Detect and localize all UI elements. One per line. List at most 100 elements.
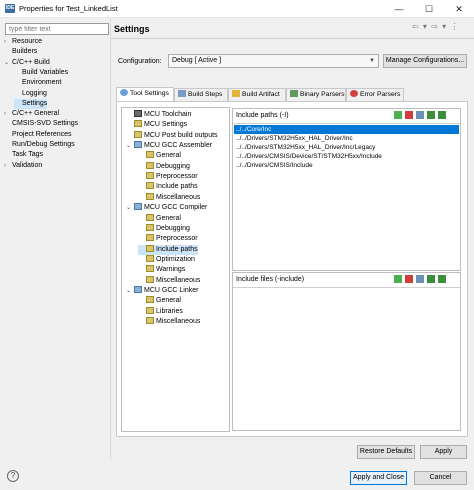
tree-item[interactable]: ⌄ C/C++ Build — [4, 58, 50, 68]
tool-tree-item-label: Miscellaneous — [156, 318, 201, 325]
tree-item-label: Resource — [12, 38, 42, 45]
edit-icon[interactable] — [416, 110, 424, 119]
include-paths-list[interactable]: ../../Core/Inc ../../Drivers/STM32H5xx_HA… — [234, 125, 459, 270]
chevron-right-icon[interactable]: › — [4, 109, 12, 119]
tool-tree-item[interactable]: General — [138, 151, 181, 161]
chevron-right-icon[interactable]: › — [4, 161, 12, 171]
tree-item-label: C/C++ General — [12, 110, 60, 118]
chevron-down-icon[interactable]: ⌄ — [126, 141, 134, 151]
tool-tree-item[interactable]: ⌄ MCU GCC Linker — [126, 285, 198, 296]
apply-button[interactable]: Apply — [420, 445, 467, 459]
tree-item[interactable]: › Resource — [4, 37, 42, 47]
build-artifact-icon — [232, 90, 240, 97]
move-up-icon[interactable] — [427, 110, 435, 119]
delete-icon[interactable] — [405, 274, 413, 283]
maximize-button[interactable]: ☐ — [414, 0, 444, 18]
minimize-button[interactable]: — — [384, 0, 414, 18]
include-path-item[interactable]: ../../Core/Inc — [234, 125, 459, 134]
move-down-icon[interactable] — [438, 110, 446, 119]
tool-tree-item[interactable]: Include paths — [138, 182, 198, 192]
tree-item-label: CMSIS-SVD Settings — [12, 120, 79, 128]
tool-tree-item[interactable]: Miscellaneous — [138, 317, 200, 327]
tab-build-artifact[interactable]: Build Artifact — [228, 88, 286, 101]
include-files-divider — [233, 287, 460, 288]
tool-tree-item[interactable]: MCU Settings — [126, 120, 187, 130]
chevron-down-icon[interactable]: ⌄ — [126, 286, 134, 296]
chevron-right-icon[interactable]: › — [4, 37, 12, 47]
restore-defaults-button[interactable]: Restore Defaults — [357, 445, 415, 459]
tool-tree-item[interactable]: Warnings — [138, 265, 185, 275]
tree-item[interactable]: Environment — [14, 78, 61, 88]
tool-tree-item[interactable]: ⌄ MCU GCC Compiler — [126, 203, 207, 213]
filter-input[interactable] — [5, 23, 109, 35]
move-down-icon[interactable] — [438, 274, 446, 283]
close-button[interactable]: ✕ — [444, 0, 474, 18]
tree-item[interactable]: Settings — [14, 98, 48, 109]
delete-icon[interactable] — [405, 110, 413, 119]
tool-tree-item[interactable]: ⌄ MCU GCC Assembler — [126, 141, 212, 151]
tool-tree-item[interactable]: Include paths — [138, 244, 198, 255]
tool-tree-item[interactable]: Optimization — [138, 254, 195, 265]
tree-item-label: Builders — [12, 48, 38, 56]
move-up-icon[interactable] — [427, 274, 435, 283]
configuration-value: Debug [ Active ] — [172, 57, 222, 64]
tool-tree-item-label: Include paths — [156, 245, 198, 253]
tree-item[interactable]: Builders — [4, 47, 37, 57]
settings-page-icon — [146, 244, 154, 252]
tool-tree-item-label: Debugging — [156, 224, 190, 232]
tool-tree-item[interactable]: General — [138, 213, 181, 224]
tool-tree-item[interactable]: Debugging — [138, 223, 190, 234]
tab-binary-parsers[interactable]: Binary Parsers — [286, 88, 346, 101]
tool-tree-item[interactable]: General — [138, 296, 181, 306]
tool-tree-item-label: Miscellaneous — [156, 193, 201, 201]
tool-tree-item-label: Miscellaneous — [156, 276, 201, 284]
tool-tree-item[interactable]: Libraries — [138, 306, 183, 317]
tree-item[interactable]: › C/C++ General — [4, 109, 59, 119]
cancel-button[interactable]: Cancel — [414, 471, 467, 485]
tree-item[interactable]: CMSIS-SVD Settings — [4, 119, 78, 129]
tab-build-steps[interactable]: Build Steps — [174, 88, 228, 101]
include-path-item[interactable]: ../../Drivers/STM32H5xx_HAL_Driver/Inc — [234, 134, 459, 143]
tree-item[interactable]: Build Variables — [14, 68, 68, 78]
settings-page-icon — [146, 265, 154, 273]
include-path-item[interactable]: ../../Drivers/CMSIS/Include — [234, 161, 459, 170]
tool-tree-item-label: Debugging — [156, 162, 190, 170]
tree-item[interactable]: Run/Debug Settings — [4, 140, 75, 150]
apply-and-close-button[interactable]: Apply and Close — [350, 471, 407, 485]
toolchain-icon — [134, 110, 142, 117]
include-path-item[interactable]: ../../Drivers/STM32H5xx_HAL_Driver/Inc/L… — [234, 143, 459, 152]
edit-icon[interactable] — [416, 274, 424, 283]
tree-item[interactable]: Project References — [4, 130, 72, 140]
add-icon[interactable] — [394, 110, 402, 119]
tab-label: Build Steps — [188, 91, 223, 98]
tree-item[interactable]: Logging — [14, 89, 47, 99]
tool-tree-item[interactable]: MCU Toolchain — [126, 110, 191, 120]
tab-error-parsers[interactable]: Error Parsers — [346, 88, 404, 101]
include-files-list[interactable] — [234, 289, 459, 429]
tool-tree-item[interactable]: Miscellaneous — [138, 192, 201, 203]
chevron-down-icon[interactable]: ⌄ — [126, 203, 134, 213]
configuration-select[interactable]: Debug [ Active ] ▼ — [168, 54, 379, 68]
history-nav-icons[interactable]: ⇦ ▾ ⇨ ▾ ⋮ — [412, 22, 459, 31]
chevron-down-icon[interactable]: ⌄ — [4, 58, 12, 68]
manage-configurations-button[interactable]: Manage Configurations... — [383, 54, 467, 68]
tool-tree-item[interactable]: Preprocessor — [138, 234, 198, 244]
tool-group-icon — [134, 141, 142, 149]
tool-tree-item-label: MCU GCC Assembler — [144, 142, 213, 150]
tool-tree-item[interactable]: Debugging — [138, 161, 190, 172]
settings-page-icon — [146, 254, 154, 262]
tool-tree-item-label: Preprocessor — [156, 235, 198, 243]
tree-item[interactable]: Task Tags — [4, 150, 43, 160]
tab-label: Error Parsers — [360, 91, 401, 98]
help-icon[interactable]: ? — [7, 470, 19, 482]
tab-tool-settings[interactable]: Tool Settings — [116, 87, 174, 101]
tree-item[interactable]: › Validation — [4, 161, 42, 171]
tool-tree-item[interactable]: Preprocessor — [138, 172, 198, 182]
add-icon[interactable] — [394, 274, 402, 283]
tool-tree-item-label: MCU Toolchain — [144, 111, 192, 118]
include-path-item[interactable]: ../../Drivers/CMSIS/Device/ST/STM32H5xx/… — [234, 152, 459, 161]
tool-tree-item[interactable]: Miscellaneous — [138, 275, 201, 286]
pane-divider[interactable] — [110, 19, 111, 459]
settings-page-icon — [146, 223, 154, 231]
tool-tree-item[interactable]: MCU Post build outputs — [126, 130, 218, 141]
